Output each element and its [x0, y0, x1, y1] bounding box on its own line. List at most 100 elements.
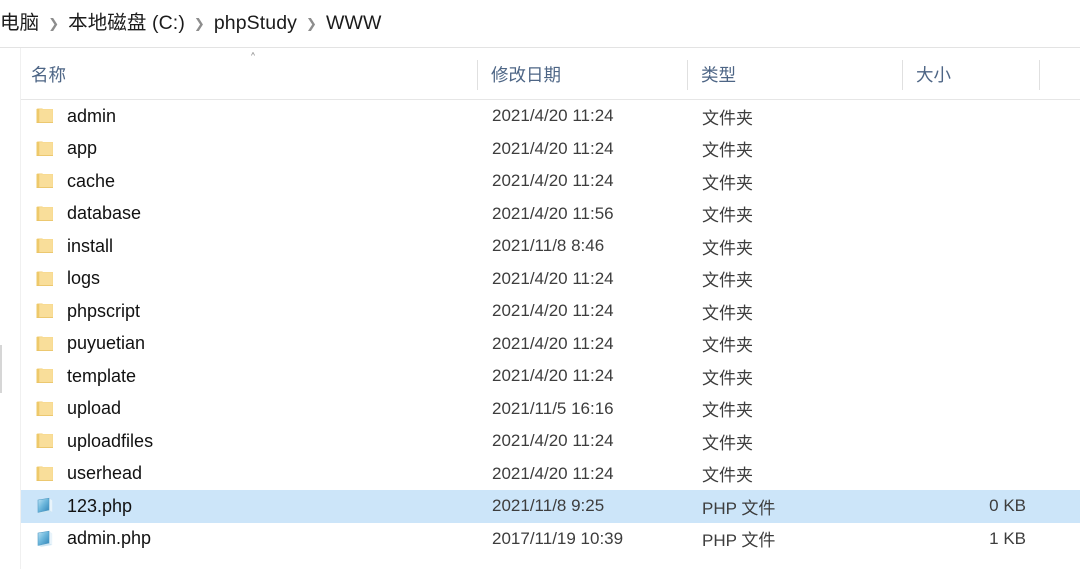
- file-row[interactable]: admin.php 2017/11/19 10:39 PHP 文件 1 KB: [21, 523, 1080, 556]
- file-name-cell[interactable]: uploadfiles: [21, 425, 478, 458]
- file-row[interactable]: app 2021/4/20 11:24 文件夹: [21, 133, 1080, 166]
- file-row[interactable]: template 2021/4/20 11:24 文件夹: [21, 360, 1080, 393]
- file-row[interactable]: install 2021/11/8 8:46 文件夹: [21, 230, 1080, 263]
- file-type-cell: 文件夹: [702, 303, 753, 323]
- php-file-icon: [35, 530, 55, 548]
- file-type-cell: 文件夹: [702, 173, 753, 193]
- breadcrumb-bar[interactable]: 电脑 ❯ 本地磁盘 (C:) ❯ phpStudy ❯ WWW: [0, 0, 1080, 48]
- file-type-cell: 文件夹: [702, 108, 753, 128]
- folder-icon: [35, 172, 55, 190]
- file-size-cell: [903, 360, 1040, 393]
- file-size-cell: [903, 133, 1040, 166]
- file-name-label: install: [67, 235, 114, 256]
- folder-icon: [35, 335, 55, 353]
- column-header-date[interactable]: 修改日期: [478, 48, 688, 100]
- folder-icon: [35, 432, 55, 450]
- file-name-cell[interactable]: app: [21, 133, 478, 166]
- file-name-cell[interactable]: userhead: [21, 458, 478, 491]
- folder-icon: [35, 302, 55, 320]
- breadcrumb-separator-icon: ❯: [48, 15, 60, 31]
- file-name-label: puyuetian: [67, 333, 146, 354]
- file-size-cell: 1 KB: [989, 528, 1026, 548]
- column-header-name-label: 名称: [31, 64, 66, 85]
- file-type-cell: 文件夹: [702, 466, 753, 486]
- file-name-label: logs: [67, 268, 101, 289]
- breadcrumb[interactable]: 电脑 ❯ 本地磁盘 (C:) ❯ phpStudy ❯ WWW: [0, 14, 381, 34]
- file-name-cell[interactable]: 123.php: [21, 490, 478, 523]
- file-name-label: admin: [67, 105, 117, 126]
- file-name-cell[interactable]: template: [21, 360, 478, 393]
- folder-icon: [35, 205, 55, 223]
- file-name-label: cache: [67, 170, 116, 191]
- column-header-row: 名称 修改日期 类型 大小: [21, 48, 1080, 100]
- folder-icon: [35, 140, 55, 158]
- file-date-cell: 2017/11/19 10:39: [492, 528, 624, 548]
- file-row[interactable]: logs 2021/4/20 11:24 文件夹: [21, 263, 1080, 296]
- file-size-cell: 0 KB: [989, 496, 1026, 516]
- file-row[interactable]: admin 2021/4/20 11:24 文件夹: [21, 100, 1080, 133]
- file-date-cell: 2021/4/20 11:24: [492, 463, 614, 483]
- file-date-cell: 2021/4/20 11:24: [492, 138, 614, 158]
- file-date-cell: 2021/4/20 11:24: [492, 366, 614, 386]
- file-name-cell[interactable]: admin: [21, 100, 478, 133]
- file-row[interactable]: database 2021/4/20 11:56 文件夹: [21, 198, 1080, 231]
- file-date-cell: 2021/4/20 11:24: [492, 106, 614, 126]
- file-name-label: admin.php: [67, 528, 152, 549]
- sort-ascending-icon: ˄: [249, 52, 257, 67]
- file-size-cell: [903, 263, 1040, 296]
- breadcrumb-item-3[interactable]: phpStudy: [214, 14, 297, 34]
- file-name-label: phpscript: [67, 300, 141, 321]
- file-name-cell[interactable]: database: [21, 198, 478, 231]
- file-row[interactable]: upload 2021/11/5 16:16 文件夹: [21, 393, 1080, 426]
- scrollbar-thumb[interactable]: [0, 345, 2, 393]
- column-header-type-label: 类型: [701, 64, 736, 85]
- file-row[interactable]: phpscript 2021/4/20 11:24 文件夹: [21, 295, 1080, 328]
- file-row[interactable]: 123.php 2021/11/8 9:25 PHP 文件 0 KB: [21, 490, 1080, 523]
- file-date-cell: 2021/4/20 11:24: [492, 333, 614, 353]
- file-date-cell: 2021/4/20 11:24: [492, 431, 614, 451]
- file-date-cell: 2021/11/8 9:25: [492, 496, 605, 516]
- file-name-cell[interactable]: cache: [21, 165, 478, 198]
- file-size-cell: [903, 295, 1040, 328]
- column-header-filler: [1040, 48, 1080, 100]
- column-header-size-label: 大小: [916, 64, 951, 85]
- folder-icon: [35, 367, 55, 385]
- folder-icon: [35, 400, 55, 418]
- file-name-cell[interactable]: install: [21, 230, 478, 263]
- file-type-cell: 文件夹: [702, 141, 753, 161]
- file-type-cell: 文件夹: [702, 336, 753, 356]
- file-name-cell[interactable]: puyuetian: [21, 328, 478, 361]
- file-date-cell: 2021/11/5 16:16: [492, 398, 614, 418]
- file-size-cell: [903, 458, 1040, 491]
- file-row[interactable]: puyuetian 2021/4/20 11:24 文件夹: [21, 328, 1080, 361]
- file-name-cell[interactable]: logs: [21, 263, 478, 296]
- file-name-cell[interactable]: admin.php: [21, 523, 478, 556]
- folder-icon: [35, 465, 55, 483]
- breadcrumb-separator-icon: ❯: [193, 15, 205, 31]
- file-size-cell: [903, 198, 1040, 231]
- column-header-size[interactable]: 大小: [903, 48, 1040, 100]
- file-date-cell: 2021/4/20 11:56: [492, 203, 614, 223]
- file-name-label: 123.php: [67, 495, 133, 516]
- file-name-label: upload: [67, 398, 122, 419]
- file-row[interactable]: uploadfiles 2021/4/20 11:24 文件夹: [21, 425, 1080, 458]
- breadcrumb-item-1[interactable]: 电脑: [0, 14, 39, 34]
- folder-icon: [35, 237, 55, 255]
- file-row[interactable]: cache 2021/4/20 11:24 文件夹: [21, 165, 1080, 198]
- file-name-label: userhead: [67, 463, 143, 484]
- breadcrumb-item-2[interactable]: 本地磁盘 (C:): [68, 14, 185, 34]
- file-type-cell: 文件夹: [702, 401, 753, 421]
- breadcrumb-item-4[interactable]: WWW: [326, 14, 382, 34]
- file-name-label: database: [67, 203, 142, 224]
- file-type-cell: 文件夹: [702, 368, 753, 388]
- file-name-cell[interactable]: phpscript: [21, 295, 478, 328]
- file-row[interactable]: userhead 2021/4/20 11:24 文件夹: [21, 458, 1080, 491]
- file-list[interactable]: admin 2021/4/20 11:24 文件夹 app 2021/4/20 11:2…: [21, 100, 1080, 569]
- file-type-cell: 文件夹: [702, 238, 753, 258]
- file-size-cell: [903, 393, 1040, 426]
- column-header-type[interactable]: 类型: [688, 48, 903, 100]
- file-size-cell: [903, 100, 1040, 133]
- file-name-cell[interactable]: upload: [21, 393, 478, 426]
- file-date-cell: 2021/11/8 8:46: [492, 236, 605, 256]
- file-type-cell: 文件夹: [702, 206, 753, 226]
